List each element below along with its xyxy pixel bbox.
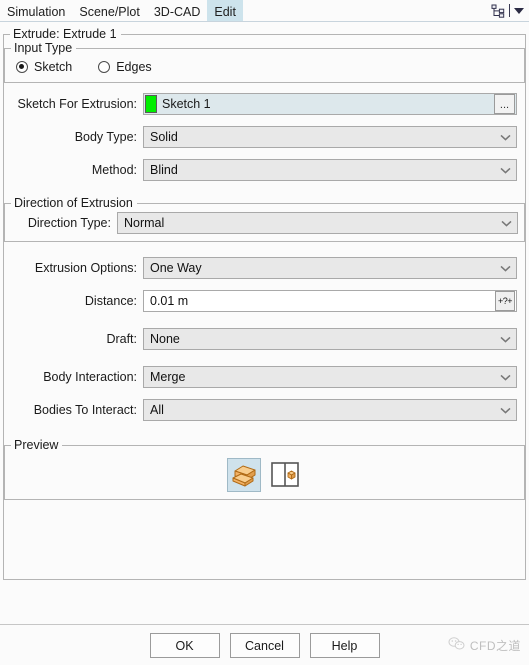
radio-edges-dot-icon[interactable]: [98, 61, 111, 73]
extrude-properties-panel: Extrude: Extrude 1 Input Type Sketch Edg…: [3, 27, 526, 580]
radio-edges-label: Edges: [116, 60, 152, 74]
body-type-label: Body Type:: [74, 130, 137, 144]
tab-edit-label: Edit: [214, 4, 236, 19]
tab-simulation-label: Simulation: [7, 4, 66, 19]
direction-type-value: Normal: [124, 216, 165, 230]
dialog-footer: OK Cancel Help CFD之道: [0, 624, 529, 665]
radio-sketch-dot-icon[interactable]: [16, 61, 28, 73]
row-method: Method: Blind: [12, 158, 517, 182]
watermark: CFD之道: [448, 636, 521, 654]
body-interaction-value: Merge: [150, 370, 186, 384]
tab-bar-actions: [491, 0, 529, 21]
tab-edit[interactable]: Edit: [207, 0, 243, 21]
sketch-browse-button[interactable]: ...: [494, 94, 515, 114]
distance-field: 0.01 m +?+: [143, 290, 517, 312]
row-draft: Draft: None: [12, 327, 517, 351]
panel-bottom-spacer: [0, 580, 529, 624]
extrusion-options-field: One Way: [143, 257, 517, 279]
page-title: Extrude: Extrude 1: [13, 27, 117, 41]
distance-input[interactable]: 0.01 m +?+: [143, 290, 517, 312]
preview-legend: Preview: [14, 438, 59, 452]
method-value: Blind: [150, 163, 178, 177]
chevron-down-icon[interactable]: [494, 400, 516, 420]
chevron-down-icon[interactable]: [494, 329, 516, 349]
cancel-button[interactable]: Cancel: [229, 633, 300, 658]
bodies-to-interact-field: All: [143, 399, 517, 421]
extrusion-options-value: One Way: [150, 261, 202, 275]
wechat-logo-icon: [448, 636, 465, 654]
input-type-group: Input Type Sketch Edges: [4, 41, 525, 83]
sketch-selector-value: Sketch 1: [162, 97, 211, 111]
extrusion-options-label: Extrusion Options:: [34, 261, 137, 275]
watermark-text: CFD之道: [469, 638, 521, 653]
row-body-interaction: Body Interaction: Merge: [12, 365, 517, 389]
direction-of-extrusion-group: Direction of Extrusion Direction Type: N…: [4, 196, 525, 242]
row-sketch-for-extrusion: Sketch For Extrusion: Sketch 1 ...: [12, 92, 517, 116]
direction-type-label: Direction Type:: [27, 216, 111, 230]
sketch-color-swatch-icon: [145, 95, 157, 113]
preview-buttons: [5, 452, 524, 497]
distance-value: 0.01 m: [150, 294, 189, 308]
draft-value: None: [150, 332, 180, 346]
sketch-for-extrusion-field: Sketch 1 ...: [143, 93, 517, 115]
direction-type-field: Normal: [117, 212, 518, 234]
ok-button[interactable]: OK: [149, 633, 220, 658]
tab-bar: Simulation Scene/Plot 3D-CAD Edit: [0, 0, 529, 22]
chevron-down-icon[interactable]: [494, 160, 516, 180]
split-view-preview-icon[interactable]: [268, 458, 302, 492]
toolbar-divider: [509, 4, 510, 17]
bodies-to-interact-value: All: [150, 403, 164, 417]
extrusion-options-select[interactable]: One Way: [143, 257, 517, 279]
bodies-to-interact-label: Bodies To Interact:: [33, 403, 137, 417]
body-interaction-select[interactable]: Merge: [143, 366, 517, 388]
draft-field: None: [143, 328, 517, 350]
tab-3d-cad-label: 3D-CAD: [153, 4, 201, 19]
chevron-down-icon[interactable]: [494, 258, 516, 278]
radio-edges[interactable]: Edges: [98, 60, 152, 74]
direction-type-select[interactable]: Normal: [117, 212, 518, 234]
draft-select[interactable]: None: [143, 328, 517, 350]
help-button[interactable]: Help: [309, 633, 380, 658]
unit-expression-toggle-icon[interactable]: +?+: [495, 291, 515, 311]
chevron-down-icon[interactable]: [494, 367, 516, 387]
body-type-select[interactable]: Solid: [143, 126, 517, 148]
body-interaction-field: Merge: [143, 366, 517, 388]
input-type-legend: Input Type: [14, 41, 73, 55]
radio-sketch-label: Sketch: [34, 60, 73, 74]
radio-sketch[interactable]: Sketch: [16, 60, 72, 74]
sketch-selector-input[interactable]: Sketch 1 ...: [143, 93, 517, 115]
draft-label: Draft:: [106, 332, 137, 346]
direction-of-extrusion-legend: Direction of Extrusion: [14, 196, 133, 210]
row-bodies-to-interact: Bodies To Interact: All: [12, 398, 517, 422]
tab-3d-cad[interactable]: 3D-CAD: [147, 0, 208, 21]
body-interaction-label: Body Interaction:: [43, 370, 137, 384]
body-type-field: Solid: [143, 126, 517, 148]
chevron-down-icon[interactable]: [494, 127, 516, 147]
tree-hierarchy-icon[interactable]: [491, 4, 505, 18]
row-body-type: Body Type: Solid: [12, 125, 517, 149]
bodies-to-interact-select[interactable]: All: [143, 399, 517, 421]
tab-scene-plot[interactable]: Scene/Plot: [72, 0, 146, 21]
row-distance: Distance: 0.01 m +?+: [12, 289, 517, 313]
caret-down-icon[interactable]: [514, 7, 524, 14]
extrude-outer-group: Extrude: Extrude 1 Input Type Sketch Edg…: [3, 27, 526, 580]
sketch-for-extrusion-label: Sketch For Extrusion:: [17, 97, 138, 111]
shaded-solid-preview-icon[interactable]: [227, 457, 261, 492]
input-type-radios: Sketch Edges: [5, 55, 524, 74]
preview-group: Preview: [4, 438, 525, 500]
method-label: Method:: [91, 163, 137, 177]
method-select[interactable]: Blind: [143, 159, 517, 181]
distance-label: Distance:: [84, 294, 137, 308]
row-extrusion-options: Extrusion Options: One Way: [12, 256, 517, 280]
body-type-value: Solid: [150, 130, 178, 144]
method-field: Blind: [143, 159, 517, 181]
row-direction-type: Direction Type: Normal: [11, 210, 518, 234]
tab-simulation[interactable]: Simulation: [0, 0, 72, 21]
chevron-down-icon[interactable]: [495, 213, 517, 233]
tab-scene-plot-label: Scene/Plot: [79, 4, 140, 19]
